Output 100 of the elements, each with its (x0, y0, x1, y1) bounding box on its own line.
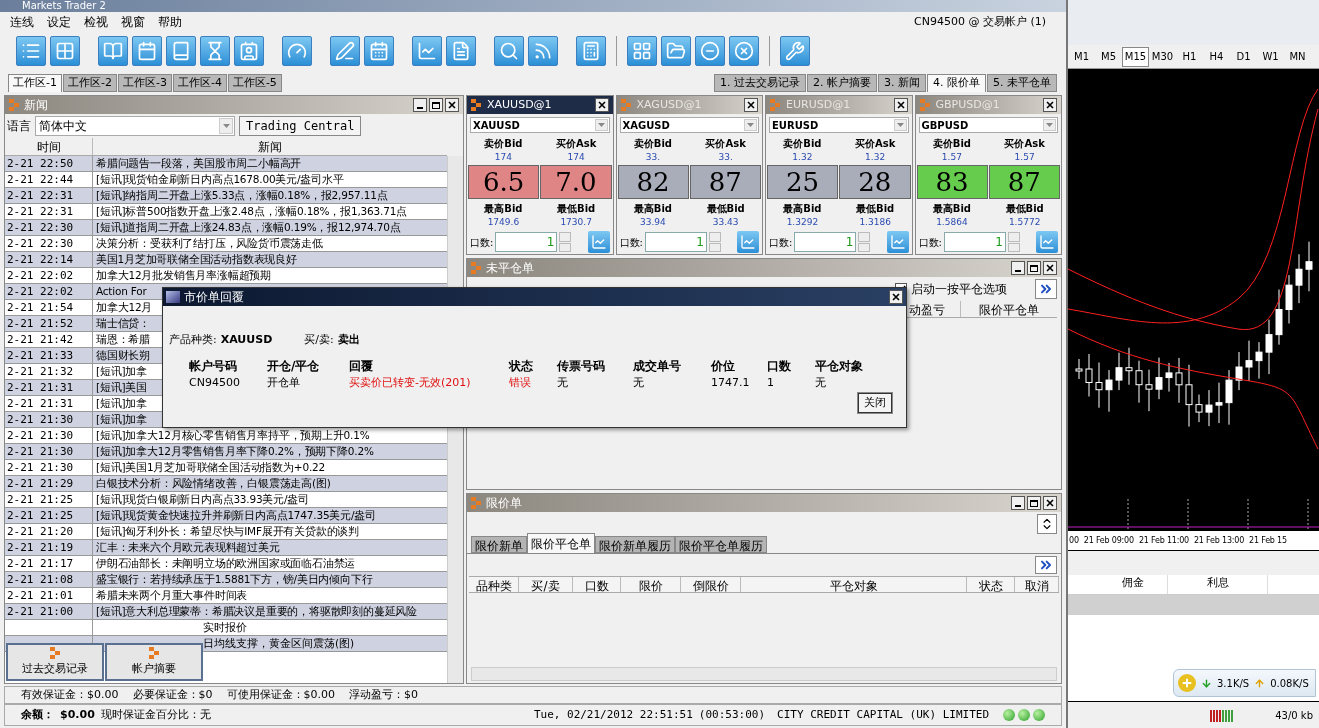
time-cell: 2-21 21:17 (5, 556, 93, 571)
time-cell: 2-21 21:29 (5, 476, 93, 491)
broker-name: CITY CREDIT CAPITAL (UK) LIMITED (777, 706, 989, 723)
panel-title: XAGUSD@1 (636, 96, 702, 113)
session-time: (00:53:00) (698, 706, 766, 723)
window-title: Markets Trader 2 (22, 1, 106, 11)
high-label: 最高Bid (782, 201, 823, 216)
date-time: Tue, 02/21/2012 22:51:51 (533, 706, 693, 723)
time-cell: 2-21 21:52 (5, 316, 93, 331)
low-value: 1.5772 (1007, 215, 1042, 229)
time-cell: 2-21 22:44 (5, 172, 93, 187)
time-cell: 2-21 22:31 (5, 188, 93, 203)
column-header: 限价平仓单 (978, 302, 1040, 317)
table-cell-text: 1747.1 (711, 374, 751, 391)
time-axis-label: 21 Feb 15 (1249, 534, 1287, 547)
high-value: 1749.6 (486, 215, 521, 229)
column-header: 传票号码 (557, 357, 606, 375)
time-cell: 2-21 21:33 (5, 348, 93, 363)
time-axis-label: 00 (1069, 534, 1079, 547)
ask-label: 买价Ask (554, 137, 598, 151)
low-label: 最低Bid (705, 201, 746, 216)
high-value: 1.3292 (785, 215, 820, 229)
column-header: 口数 (573, 577, 621, 592)
column-header: 限价 (621, 577, 681, 592)
checkbox-label: 启动一按平仓选项 (911, 281, 1007, 298)
table-cell-text: 无 (815, 374, 827, 391)
low-value: 1.3186 (858, 215, 892, 229)
table-cell-text: 买卖价已转变-无效(201) (349, 374, 472, 391)
time-cell: 2-21 22:30 (5, 236, 93, 251)
column-header: 倒限价 (681, 577, 741, 592)
bid-label: 卖价Bid (931, 137, 972, 151)
margin-info: 浮动盈亏：$0 (349, 686, 418, 703)
time-cell: 2-21 22:31 (5, 204, 93, 219)
time-cell: 2-21 22:02 (5, 268, 93, 283)
balance-label: 余额： (21, 706, 54, 723)
table-cell-text: 无 (557, 374, 569, 391)
high-label: 最高Bid (931, 201, 972, 216)
time-cell: 2-21 21:00 (5, 604, 93, 619)
high-value: 1.5864 (935, 215, 969, 229)
low-label: 最低Bid (855, 201, 896, 216)
lots-label: 口数: (918, 235, 942, 250)
column-header: 佣金 (1098, 575, 1168, 594)
time-axis-label: 21 Feb 13:00 (1193, 534, 1245, 547)
low-label: 最低Bid (1004, 201, 1045, 216)
time-cell: 2-21 21:30 (5, 428, 93, 443)
column-header: 新闻 (257, 139, 283, 155)
panel-title: 新闻 (24, 97, 48, 114)
language-label: 语言 (7, 118, 31, 135)
lots-label: 口数: (470, 235, 494, 250)
lots-label: 口数: (769, 235, 793, 250)
time-cell: 2-21 21:31 (5, 380, 93, 395)
column-header: 平仓对象 (815, 357, 864, 375)
account-label: CN94500 @ 交易帐户 (1) (914, 13, 1046, 30)
bid-price-prefix: 33. (644, 151, 662, 164)
ask-label: 买价Ask (853, 137, 897, 151)
high-label: 最高Bid (632, 201, 673, 216)
lots-label: 口数: (619, 235, 643, 250)
time-cell: 2-21 21:01 (5, 588, 93, 603)
time-cell: 2-21 22:02 (5, 284, 93, 299)
table-cell-text: 错误 (509, 374, 532, 391)
high-label: 最高Bid (483, 201, 524, 216)
time-cell: 2-21 21:42 (5, 332, 93, 347)
panel-title: GBPUSD@1 (935, 96, 1000, 113)
column-header: 帐户号码 (189, 357, 238, 375)
column-header: 买/卖 (519, 577, 573, 592)
bid-price-prefix: 174 (493, 151, 513, 164)
time-axis-label: 21 Feb 09:00 (1083, 534, 1134, 547)
bid-price-prefix: 1.57 (940, 151, 963, 164)
column-header: 平仓对象 (741, 577, 967, 592)
column-header: 回覆 (349, 357, 374, 375)
time-cell: 2-21 21:32 (5, 364, 93, 379)
column-header: 口数 (767, 357, 792, 375)
high-value: 33.94 (639, 215, 667, 229)
product-value: XAUUSD (220, 332, 273, 348)
column-header: 成交单号 (633, 357, 682, 375)
traffic-counter: 43/0 kb (1275, 708, 1313, 723)
low-value: 1730.7 (559, 215, 593, 229)
table-cell-text: CN94500 (189, 374, 241, 391)
time-cell: 2-21 21:19 (5, 540, 93, 555)
balance-value: $0.00 (60, 706, 95, 723)
low-label: 最低Bid (556, 201, 597, 216)
panel-title: 限价单 (486, 495, 522, 512)
ask-label: 买价Ask (704, 137, 747, 151)
time-cell: 2-21 21:20 (5, 524, 93, 539)
bid-price-prefix: 1.32 (791, 151, 814, 164)
column-header: 动盈亏 (909, 301, 961, 317)
table-cell-text: 无 (633, 374, 645, 391)
column-header: 价位 (711, 357, 736, 375)
ask-price-prefix: 33. (717, 151, 734, 164)
bid-label: 卖价Bid (632, 137, 673, 151)
margin-info: 可使用保证金：$0.00 (226, 686, 335, 703)
bid-label: 卖价Bid (782, 137, 823, 151)
column-header: 状态 (967, 577, 1015, 592)
time-cell: 2-21 21:31 (5, 396, 93, 411)
dialog-title: 市价单回覆 (184, 289, 244, 306)
column-header: 开仓/平仓 (267, 357, 321, 375)
bid-label: 卖价Bid (483, 137, 524, 151)
time-cell: 2-21 22:30 (5, 220, 93, 235)
column-header: 状态 (509, 357, 534, 375)
time-cell: 2-21 21:25 (5, 492, 93, 507)
